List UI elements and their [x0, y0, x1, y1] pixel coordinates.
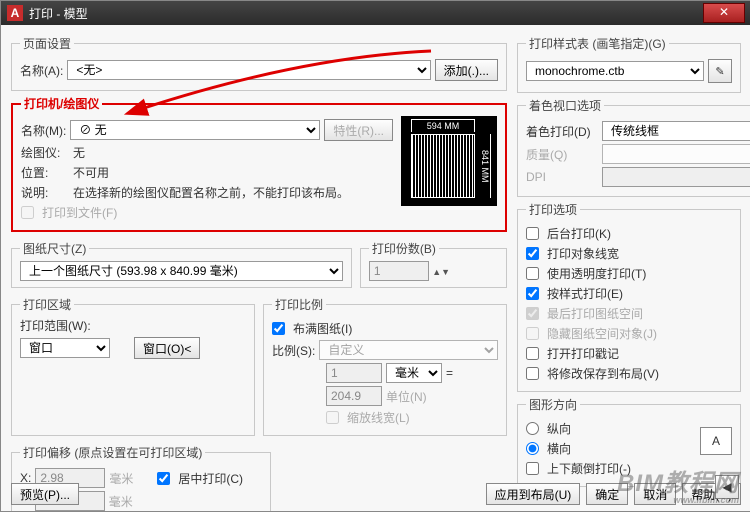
opt-paperspace-last-label: 最后打印图纸空间: [547, 305, 643, 322]
drawing-units-input[interactable]: [326, 386, 382, 406]
opt-stamp-checkbox[interactable]: [526, 347, 539, 360]
opt-bystyle-checkbox[interactable]: [526, 287, 539, 300]
quality-label: 质量(Q): [526, 146, 598, 163]
window-title: 打印 - 模型: [29, 5, 88, 22]
opt-lineweights-checkbox[interactable]: [526, 247, 539, 260]
opt-transparency-checkbox[interactable]: [526, 267, 539, 280]
preview-height-label: 841 MM: [476, 134, 491, 198]
spinner-icon[interactable]: ▲▼: [432, 267, 450, 277]
fit-to-paper-checkbox[interactable]: [272, 322, 285, 335]
scale-legend: 打印比例: [272, 296, 326, 313]
fit-to-paper-label: 布满图纸(I): [293, 320, 352, 337]
style-table-group: 打印样式表 (画笔指定)(G) monochrome.ctb ✎: [517, 35, 741, 93]
opt-savechanges-checkbox[interactable]: [526, 367, 539, 380]
print-area-group: 打印区域 打印范围(W): 窗口 窗口(O)<: [11, 296, 255, 436]
opt-lineweights-label: 打印对象线宽: [547, 245, 619, 262]
offset-legend: 打印偏移 (原点设置在可打印区域): [20, 444, 205, 461]
opt-background-checkbox[interactable]: [526, 227, 539, 240]
paper-size-select[interactable]: 上一个图纸尺寸 (593.98 x 840.99 毫米): [20, 261, 343, 281]
paper-preview: 594 MM 841 MM: [401, 116, 497, 206]
opt-paperspace-last-checkbox[interactable]: [526, 307, 539, 320]
style-table-legend: 打印样式表 (画笔指定)(G): [526, 35, 669, 52]
orientation-preview-icon: A: [700, 427, 732, 455]
opt-hide-paperspace-checkbox[interactable]: [526, 327, 539, 340]
opt-bystyle-label: 按样式打印(E): [547, 285, 623, 302]
scale-ratio-select[interactable]: 自定义: [319, 340, 498, 360]
page-name-select[interactable]: <无>: [67, 60, 430, 80]
cancel-button[interactable]: 取消: [634, 483, 676, 505]
opt-background-label: 后台打印(K): [547, 225, 611, 242]
page-setup-legend: 页面设置: [20, 35, 74, 52]
plotter-value: 无: [73, 144, 85, 161]
expand-button[interactable]: ◀: [715, 475, 739, 499]
copies-group: 打印份数(B) ▲▼: [360, 240, 507, 288]
page-name-label: 名称(A):: [20, 62, 63, 79]
print-range-label: 打印范围(W):: [20, 317, 246, 334]
printer-props-button[interactable]: 特性(R)...: [324, 119, 393, 141]
ok-button[interactable]: 确定: [586, 483, 628, 505]
print-to-file-label: 打印到文件(F): [42, 204, 117, 221]
scale-ratio-label: 比例(S):: [272, 342, 315, 359]
quality-select[interactable]: [602, 144, 750, 164]
dpi-label: DPI: [526, 170, 598, 184]
location-label: 位置:: [21, 164, 69, 181]
landscape-radio[interactable]: [526, 442, 539, 455]
landscape-label: 横向: [547, 440, 571, 457]
pencil-icon: ✎: [715, 65, 724, 78]
paper-size-group: 图纸尺寸(Z) 上一个图纸尺寸 (593.98 x 840.99 毫米): [11, 240, 352, 288]
portrait-radio[interactable]: [526, 422, 539, 435]
scale-unit-input[interactable]: [326, 363, 382, 383]
paper-size-legend: 图纸尺寸(Z): [20, 240, 89, 257]
apply-to-layout-button[interactable]: 应用到布局(U): [486, 483, 581, 505]
options-legend: 打印选项: [526, 201, 580, 218]
upside-checkbox[interactable]: [526, 462, 539, 475]
scale-lineweight-label: 缩放线宽(L): [347, 409, 410, 426]
drawing-units-label: 单位(N): [386, 388, 427, 405]
scale-lineweight-checkbox[interactable]: [326, 411, 339, 424]
opt-stamp-label: 打开打印戳记: [547, 345, 619, 362]
dpi-input[interactable]: [602, 167, 750, 187]
print-range-select[interactable]: 窗口: [20, 338, 110, 358]
print-area-legend: 打印区域: [20, 296, 74, 313]
portrait-label: 纵向: [547, 420, 571, 437]
desc-value: 在选择新的绘图仪配置名称之前，不能打印该布局。: [73, 184, 349, 201]
upside-label: 上下颠倒打印(-): [547, 460, 631, 477]
copies-input[interactable]: [369, 261, 429, 281]
print-to-file-checkbox[interactable]: [21, 206, 34, 219]
orientation-group: 图形方向 纵向 横向 上下颠倒打印(-) A: [517, 396, 741, 487]
equals-label: =: [446, 366, 453, 380]
opt-transparency-label: 使用透明度打印(T): [547, 265, 646, 282]
preview-button[interactable]: 预览(P)...: [11, 483, 79, 505]
shade-legend: 着色视口选项: [526, 97, 604, 114]
copies-legend: 打印份数(B): [369, 240, 439, 257]
printer-name-label: 名称(M):: [21, 122, 66, 139]
shade-print-select[interactable]: 传统线框: [602, 121, 750, 141]
page-setup-group: 页面设置 名称(A): <无> 添加(.)...: [11, 35, 507, 91]
printer-legend: 打印机/绘图仪: [21, 95, 102, 112]
window-pick-button[interactable]: 窗口(O)<: [134, 337, 200, 359]
orientation-legend: 图形方向: [526, 396, 580, 413]
printer-name-select[interactable]: ⊘ 无: [70, 120, 320, 140]
chevron-left-icon: ◀: [722, 480, 731, 494]
printer-group: 打印机/绘图仪 名称(M): ⊘ 无 特性(R)... 绘图仪: 无: [11, 95, 507, 232]
titlebar: A 打印 - 模型 ✕: [1, 1, 750, 25]
add-page-button[interactable]: 添加(.)...: [435, 59, 498, 81]
shade-group: 着色视口选项 着色打印(D) 传统线框 质量(Q) DPI: [517, 97, 750, 197]
options-group: 打印选项 后台打印(K) 打印对象线宽 使用透明度打印(T) 按样式打印(E) …: [517, 201, 741, 392]
style-table-select[interactable]: monochrome.ctb: [526, 61, 704, 81]
scale-group: 打印比例 布满图纸(I) 比例(S): 自定义 毫米: [263, 296, 507, 436]
plotter-label: 绘图仪:: [21, 144, 69, 161]
scale-unit-select[interactable]: 毫米: [386, 363, 442, 383]
desc-label: 说明:: [21, 184, 69, 201]
app-icon: A: [7, 5, 23, 21]
preview-width-label: 594 MM: [411, 119, 475, 132]
close-button[interactable]: ✕: [703, 3, 745, 23]
opt-hide-paperspace-label: 隐藏图纸空间对象(J): [547, 325, 657, 342]
opt-savechanges-label: 将修改保存到布局(V): [547, 365, 659, 382]
location-value: 不可用: [73, 164, 109, 181]
shade-print-label: 着色打印(D): [526, 123, 598, 140]
style-table-edit-button[interactable]: ✎: [708, 59, 732, 83]
